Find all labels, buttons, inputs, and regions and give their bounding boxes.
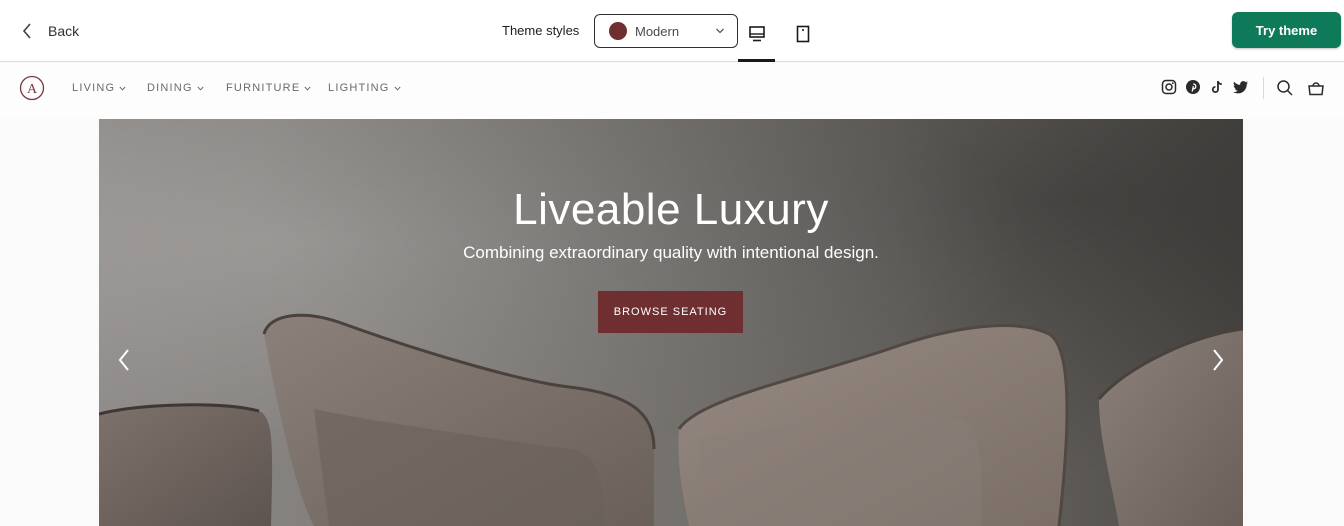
twitter-icon[interactable] [1233,79,1249,95]
nav-item-lighting[interactable]: LIGHTING [328,82,401,94]
desktop-icon [749,26,765,42]
mobile-view-button[interactable] [791,22,815,46]
chevron-down-icon [304,86,311,91]
nav-item-label: LIGHTING [328,82,390,94]
next-slide-button[interactable] [1210,347,1226,373]
hero-subtitle: Combining extraordinary quality with int… [463,243,879,262]
chevron-down-icon [716,28,724,34]
cart-icon[interactable] [1307,79,1325,97]
search-icon[interactable] [1276,79,1294,97]
theme-style-value: Modern [635,23,680,39]
previous-slide-button[interactable] [116,347,132,373]
nav-item-dining[interactable]: DINING [147,82,204,94]
nav-item-living[interactable]: LIVING [72,82,126,94]
browse-seating-button[interactable]: BROWSE SEATING [598,291,743,333]
store-header: A LIVING DINING FURNITURE LIGHTING [0,63,1344,119]
svg-text:A: A [27,82,38,97]
store-logo[interactable]: A [19,75,45,101]
pinterest-icon[interactable] [1185,79,1201,95]
hero-title: Liveable Luxury [513,185,829,234]
mobile-icon [796,25,810,43]
tiktok-icon[interactable] [1209,79,1225,95]
hero-slideshow: Liveable Luxury Combining extraordinary … [99,119,1243,526]
nav-item-label: FURNITURE [226,82,301,94]
nav-item-label: LIVING [72,82,116,94]
chevron-down-icon [197,86,204,91]
theme-style-select[interactable]: Modern [594,14,738,48]
theme-preview-toolbar: Back Theme styles Modern Try theme [0,0,1344,62]
instagram-icon[interactable] [1161,79,1177,95]
nav-divider [1263,77,1264,99]
theme-color-swatch [609,22,627,40]
nav-item-label: DINING [147,82,193,94]
back-label: Back [48,23,80,39]
desktop-view-button[interactable] [745,22,769,46]
chevron-left-icon [22,23,31,39]
nav-item-furniture[interactable]: FURNITURE [226,82,311,94]
back-button[interactable]: Back [20,18,79,44]
chevron-down-icon [394,86,401,91]
theme-styles-label: Theme styles [502,23,580,38]
try-theme-button[interactable]: Try theme [1232,12,1341,48]
chevron-down-icon [119,86,126,91]
active-view-indicator [738,59,775,62]
